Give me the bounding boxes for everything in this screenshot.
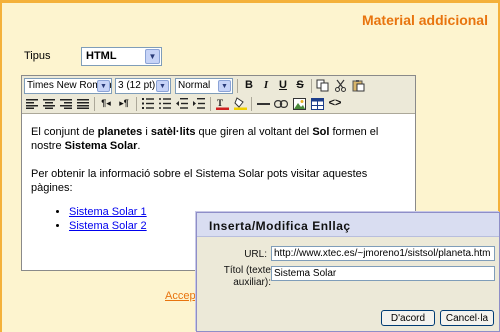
text-run: que giren al voltant del (195, 126, 313, 138)
paragraph-format-value: Normal (178, 80, 211, 91)
link-sistema-solar-2[interactable]: Sistema Solar 2 (69, 220, 147, 232)
font-family-select[interactable]: Times New Roman ▼ (24, 78, 112, 94)
bold-button[interactable]: B (241, 78, 257, 93)
insert-link-dialog: Inserta/Modifica Enllaç URL: http://www.… (196, 212, 500, 332)
url-label: URL: (244, 249, 267, 260)
horizontal-rule-icon[interactable] (255, 96, 271, 111)
link-icon[interactable] (273, 96, 289, 111)
strikethrough-button[interactable]: S (292, 78, 308, 93)
toolbar-separator (237, 79, 238, 93)
font-size-select[interactable]: 3 (12 pt) ▼ (115, 78, 171, 94)
text-run: El conjunt de (31, 126, 98, 138)
type-select-value: HTML (86, 50, 117, 62)
bold-text: Sistema Solar (64, 140, 138, 152)
title-label-line-2: auxiliar): (233, 277, 271, 288)
link-sistema-solar-1[interactable]: Sistema Solar 1 (69, 206, 147, 218)
editor-toolbar: Times New Roman ▼ 3 (12 pt) ▼ Normal ▼ B… (22, 76, 415, 114)
bold-text: satèl·lits (150, 126, 196, 138)
font-size-value: 3 (12 pt) (118, 80, 156, 91)
title-label: Títol (texte auxiliar): (201, 265, 271, 289)
dialog-title: Inserta/Modifica Enllaç (197, 213, 499, 237)
title-input[interactable]: Sistema Solar (271, 266, 495, 281)
indent-icon[interactable] (191, 96, 207, 111)
ok-button[interactable]: D'acord (381, 310, 435, 326)
accept-link[interactable]: Accept (165, 290, 199, 302)
cancel-button[interactable]: Cancel·la (440, 310, 494, 326)
table-icon[interactable] (309, 96, 325, 111)
type-select[interactable]: HTML ▼ (81, 47, 162, 66)
copy-icon[interactable] (314, 78, 330, 93)
svg-text:T: T (217, 98, 223, 108)
align-left-icon[interactable] (24, 96, 40, 111)
url-input[interactable]: http://www.xtec.es/~jmoreno1/sistsol/pla… (271, 246, 495, 261)
toolbar-separator (210, 97, 211, 111)
unordered-list-icon[interactable] (157, 96, 173, 111)
background-color-icon[interactable] (232, 96, 248, 111)
cut-icon[interactable] (332, 78, 348, 93)
align-justify-icon[interactable] (75, 96, 91, 111)
toolbar-separator (136, 97, 137, 111)
source-code-icon[interactable]: <> (327, 96, 343, 111)
paragraph-2: Per obtenir la informació sobre el Siste… (31, 168, 368, 194)
bold-text: planetes (97, 126, 143, 138)
outdent-icon[interactable] (174, 96, 190, 111)
paste-icon[interactable] (350, 78, 366, 93)
toolbar-separator (251, 97, 252, 111)
toolbar-separator (311, 79, 312, 93)
toolbar-separator (94, 97, 95, 111)
text-run: . (137, 140, 141, 152)
type-label: Tipus (24, 50, 51, 62)
paragraph-1: El conjunt de planetes i satèl·lits que … (31, 125, 406, 153)
ltr-button[interactable]: ▸¶ (116, 96, 132, 111)
chevron-down-icon[interactable]: ▼ (218, 80, 231, 92)
title-label-line-1: Títol (texte (223, 265, 271, 276)
bold-text: Sol (312, 126, 330, 138)
underline-button[interactable]: U (275, 78, 291, 93)
panel-title: Material addicional (361, 12, 488, 28)
text-run: i (142, 126, 151, 138)
align-center-icon[interactable] (41, 96, 57, 111)
align-right-icon[interactable] (58, 96, 74, 111)
paragraph-format-select[interactable]: Normal ▼ (175, 78, 233, 94)
rtl-button[interactable]: ¶◂ (98, 96, 114, 111)
ordered-list-icon[interactable] (140, 96, 156, 111)
chevron-down-icon[interactable]: ▼ (156, 80, 169, 92)
chevron-down-icon[interactable]: ▼ (145, 49, 160, 64)
chevron-down-icon[interactable]: ▼ (97, 80, 110, 92)
italic-button[interactable]: I (258, 78, 274, 93)
text-color-icon[interactable]: T (214, 96, 230, 111)
image-icon[interactable] (291, 96, 307, 111)
